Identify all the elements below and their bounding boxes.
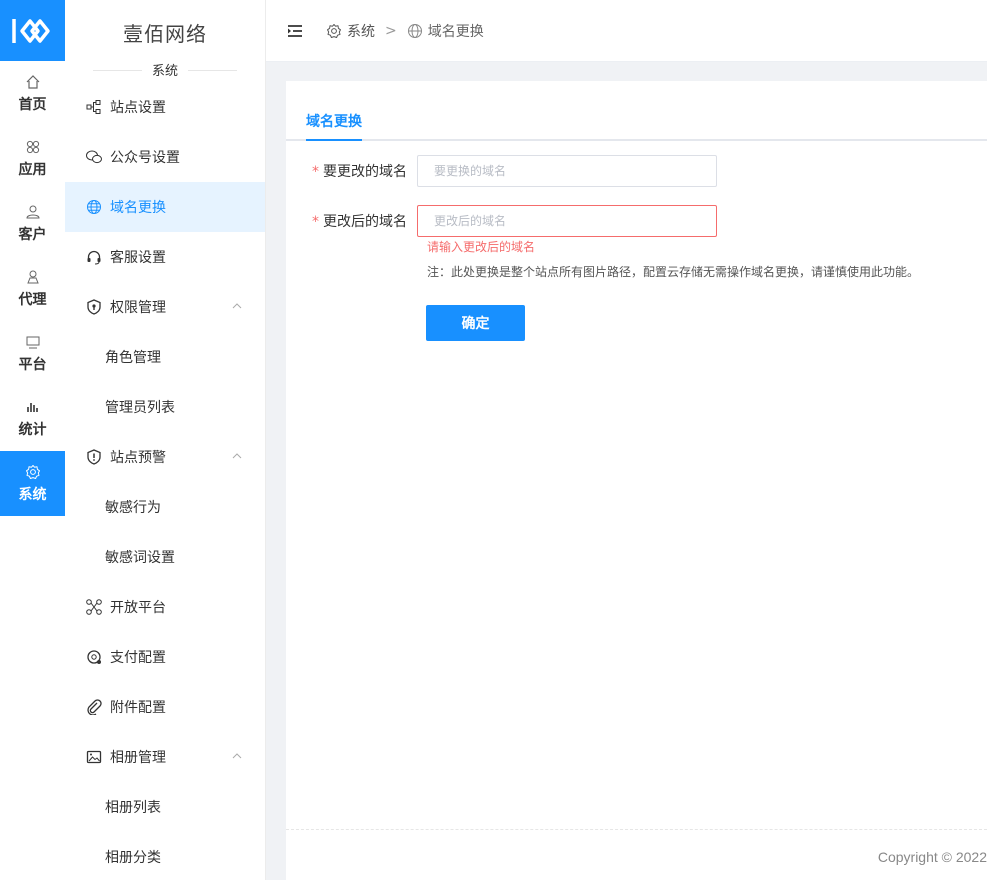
tab-domain-change[interactable]: 域名更换 xyxy=(306,109,362,141)
rail-label: 代理 xyxy=(18,291,47,308)
sidebar-item-label: 权限管理 xyxy=(110,300,166,316)
sidebar-item-label: 敏感词设置 xyxy=(105,550,175,566)
breadcrumb-item-system[interactable]: 系统 xyxy=(347,21,375,41)
required-mark: * xyxy=(312,214,319,230)
old-domain-row: * 要更改的域名 xyxy=(286,155,717,187)
wechat-icon xyxy=(85,148,103,166)
rail-item-agents[interactable]: 代理 xyxy=(0,256,65,321)
sidebar-item-label: 敏感行为 xyxy=(105,500,161,516)
sidebar-item-label: 站点预警 xyxy=(110,450,166,466)
paperclip-icon xyxy=(85,698,103,716)
rail-label: 首页 xyxy=(18,96,47,113)
tab-bar: 域名更换 xyxy=(286,111,987,141)
sidebar-item-open-platform[interactable]: 开放平台 xyxy=(65,582,265,632)
sidebar-item-label: 客服设置 xyxy=(110,250,166,266)
sidebar-item-album-categories[interactable]: 相册分类 xyxy=(65,832,265,880)
section-title: 系统 xyxy=(141,60,188,79)
sidebar-item-sensitive-words[interactable]: 敏感词设置 xyxy=(65,532,265,582)
sidebar-item-attachments[interactable]: 附件配置 xyxy=(65,682,265,732)
chevron-up-icon xyxy=(232,753,242,759)
old-domain-label: * 要更改的域名 xyxy=(286,161,417,181)
payment-icon xyxy=(85,648,103,666)
gear-icon xyxy=(327,23,341,38)
copyright: Copyright © 2022 xyxy=(877,849,987,865)
globe-icon xyxy=(407,23,422,38)
sidebar-item-label: 公众号设置 xyxy=(110,150,180,166)
rail-item-customers[interactable]: 客户 xyxy=(0,191,65,256)
breadcrumb-separator: > xyxy=(385,22,397,39)
rail-label: 应用 xyxy=(18,161,47,178)
section-divider: 系统 xyxy=(65,60,265,79)
old-domain-input[interactable] xyxy=(417,155,717,187)
new-domain-row: * 更改后的域名 xyxy=(286,205,717,237)
rail-item-apps[interactable]: 应用 xyxy=(0,126,65,191)
shield-alert-icon xyxy=(85,448,103,466)
old-domain-label-text: 要更改的域名 xyxy=(323,164,407,180)
sidebar-header: 壹佰网络 系统 xyxy=(65,0,265,82)
new-domain-error: 请输入更改后的域名 xyxy=(427,240,536,254)
sidebar-item-label: 支付配置 xyxy=(110,650,166,666)
sidebar-item-admin-list[interactable]: 管理员列表 xyxy=(65,382,265,432)
sidebar-item-label: 域名更换 xyxy=(110,200,166,216)
new-domain-input[interactable] xyxy=(417,205,717,237)
rail-label: 统计 xyxy=(18,421,47,438)
chevron-up-icon xyxy=(232,303,242,309)
sidebar-item-album-list[interactable]: 相册列表 xyxy=(65,782,265,832)
globe-icon xyxy=(85,198,103,216)
chevron-up-icon xyxy=(232,453,242,459)
home-icon xyxy=(26,74,39,89)
menu-fold-icon[interactable] xyxy=(286,23,304,39)
required-mark: * xyxy=(312,164,319,180)
sidebar-item-site-settings[interactable]: 站点设置 xyxy=(65,82,265,132)
shield-icon xyxy=(85,298,103,316)
sidebar-item-label: 相册分类 xyxy=(105,850,161,866)
bar-chart-icon xyxy=(26,402,38,412)
sidebar-item-label: 开放平台 xyxy=(110,600,166,616)
sidebar-item-label: 附件配置 xyxy=(110,700,166,716)
breadcrumb-item-domain: 域名更换 xyxy=(427,23,484,40)
sidebar-item-label: 管理员列表 xyxy=(105,400,175,416)
rail-label: 平台 xyxy=(18,356,47,373)
sidebar-item-sensitive-actions[interactable]: 敏感行为 xyxy=(65,482,265,532)
agent-icon xyxy=(26,270,39,283)
new-domain-label-text: 更改后的域名 xyxy=(323,214,407,230)
domain-change-note: 注：此处更换是整个站点所有图片路径，配置云存储无需操作域名更换，请谨慎使用此功能… xyxy=(427,265,920,279)
image-icon xyxy=(85,748,103,766)
sidebar-item-label: 站点设置 xyxy=(110,100,166,116)
top-bar: 系统 > 域名更换 xyxy=(266,0,987,62)
sidebar-item-service-settings[interactable]: 客服设置 xyxy=(65,232,265,282)
headset-icon xyxy=(85,248,103,266)
sidebar-item-permissions[interactable]: 权限管理 xyxy=(65,282,265,332)
confirm-button[interactable]: 确定 xyxy=(426,305,525,341)
sidebar-item-domain-change[interactable]: 域名更换 xyxy=(65,182,265,232)
sub-sidebar: 壹佰网络 系统 站点设置 公众号设置 域名更换 客服设置 权限管理 角色管理 管… xyxy=(65,0,266,880)
rail-item-stats[interactable]: 统计 xyxy=(0,386,65,451)
content-card: 域名更换 *要更改的域名 *更改后的域名 请输入更改后的域名 注：此处更换是整个… xyxy=(286,81,987,880)
sitemap-icon xyxy=(85,98,103,116)
sidebar-item-site-alert[interactable]: 站点预警 xyxy=(65,432,265,482)
sidebar-item-label: 角色管理 xyxy=(105,350,161,366)
apps-icon xyxy=(26,140,39,153)
breadcrumb: 系统 > 域名更换 xyxy=(326,21,484,41)
footer-divider xyxy=(286,829,987,830)
sidebar-item-roles[interactable]: 角色管理 xyxy=(65,332,265,382)
sidebar-item-label: 相册列表 xyxy=(105,800,161,816)
rail-item-platform[interactable]: 平台 xyxy=(0,321,65,386)
new-domain-label: * 更改后的域名 xyxy=(286,211,417,231)
sidebar-item-wechat-settings[interactable]: 公众号设置 xyxy=(65,132,265,182)
kk-logo-icon[interactable] xyxy=(0,0,65,61)
monitor-icon xyxy=(26,336,39,348)
rail-label: 系统 xyxy=(18,486,47,503)
share-icon xyxy=(85,598,103,616)
sidebar-item-label: 相册管理 xyxy=(110,750,166,766)
app-rail: 首页 应用 客户 代理 平台 统计 系统 xyxy=(0,0,65,880)
user-icon xyxy=(25,205,40,218)
rail-label: 客户 xyxy=(18,226,47,243)
gear-icon xyxy=(25,464,40,479)
sidebar-item-payment[interactable]: 支付配置 xyxy=(65,632,265,682)
sidebar-item-albums[interactable]: 相册管理 xyxy=(65,732,265,782)
brand-name: 壹佰网络 xyxy=(123,22,207,46)
rail-item-home[interactable]: 首页 xyxy=(0,61,65,126)
rail-item-system[interactable]: 系统 xyxy=(0,451,65,516)
